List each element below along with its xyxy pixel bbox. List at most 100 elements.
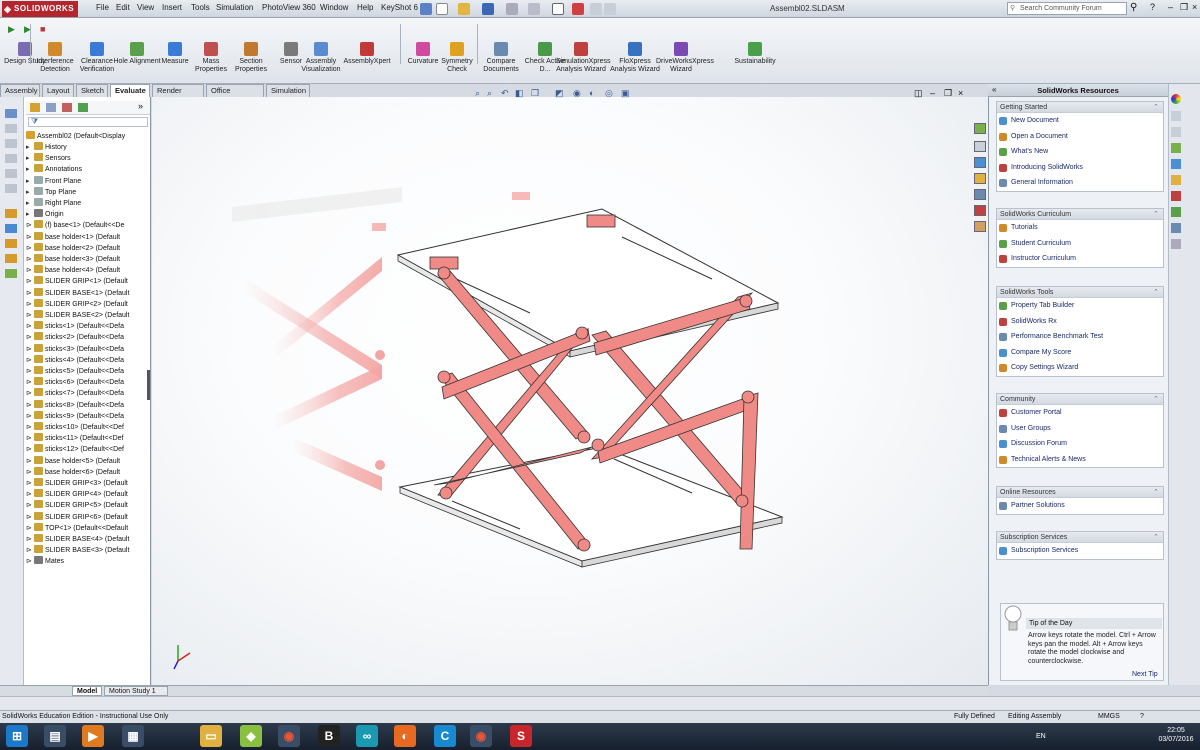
tree-node[interactable]: ⊳ sticks<3> (Default<<Defa bbox=[26, 343, 124, 355]
tree-node[interactable]: ⊳ Mates bbox=[26, 556, 64, 567]
resource-link[interactable]: Technical Alerts & News bbox=[997, 452, 1163, 468]
tool-icon[interactable] bbox=[1171, 159, 1181, 169]
tool-icon[interactable] bbox=[1171, 127, 1181, 137]
tree-node[interactable]: ⊳ sticks<9> (Default<<Defa bbox=[26, 410, 124, 422]
explorer-icon[interactable]: ▤ bbox=[44, 725, 66, 747]
tree-node[interactable]: ⊳ sticks<11> (Default<<Def bbox=[26, 433, 123, 444]
tab-assembly[interactable]: Assembly bbox=[0, 84, 40, 97]
menu-photoview[interactable]: PhotoView 360 bbox=[262, 3, 316, 12]
expand-icon[interactable]: ⊳ bbox=[26, 321, 34, 332]
tree-node[interactable]: ⊳ SLIDER BASE<1> (Default bbox=[26, 287, 129, 299]
status-units[interactable]: MMGS bbox=[1098, 711, 1120, 723]
start-button-icon[interactable]: ⊞ bbox=[6, 725, 28, 747]
resource-link[interactable]: SolidWorks Rx bbox=[997, 314, 1163, 330]
toolbar-icon[interactable] bbox=[5, 184, 17, 193]
toolbar-icon[interactable] bbox=[5, 169, 17, 178]
restore-icon[interactable]: ❐ bbox=[1180, 2, 1188, 13]
tree-node[interactable]: ⊳ SLIDER GRIP<2> (Default bbox=[26, 298, 128, 310]
section-header[interactable]: Online Resources bbox=[997, 487, 1163, 498]
tool-icon[interactable] bbox=[1171, 191, 1181, 201]
toolbar-icon[interactable] bbox=[5, 254, 17, 263]
tree-node[interactable]: ⊳ base holder<2> (Default bbox=[26, 242, 120, 254]
zoom-area-icon[interactable]: ⌕ bbox=[487, 88, 492, 99]
resource-link[interactable]: Open a Document bbox=[997, 129, 1163, 145]
resource-link[interactable]: Tutorials bbox=[997, 220, 1163, 236]
command-symmetry-check[interactable]: Symmetry Check bbox=[432, 42, 482, 74]
tree-node[interactable]: ▸ Annotations bbox=[26, 164, 82, 175]
tree-node[interactable]: ⊳ sticks<5> (Default<<Defa bbox=[26, 366, 124, 377]
toolbar-icon[interactable] bbox=[5, 269, 17, 278]
tree-node[interactable]: ⊳ base holder<3> (Default bbox=[26, 254, 120, 265]
appearances-icon[interactable] bbox=[1171, 94, 1181, 104]
design-library-icon[interactable] bbox=[974, 157, 986, 168]
toolbar-icon[interactable] bbox=[5, 209, 17, 218]
tree-node[interactable]: ⊳ SLIDER BASE<2> (Default bbox=[26, 310, 129, 321]
assembly-model[interactable] bbox=[152, 97, 988, 685]
toolbar-icon[interactable] bbox=[5, 154, 17, 163]
expand-icon[interactable]: ⊳ bbox=[26, 500, 34, 511]
expand-icon[interactable]: ⊳ bbox=[26, 265, 34, 276]
android-icon[interactable]: ◆ bbox=[240, 725, 262, 747]
expand-icon[interactable]: ⊳ bbox=[26, 422, 34, 433]
menu-insert[interactable]: Insert bbox=[162, 3, 182, 12]
hide-show-icon[interactable]: ◉ bbox=[573, 88, 581, 99]
file-properties-icon[interactable] bbox=[590, 3, 602, 15]
search-icon[interactable]: ⚲ bbox=[1130, 2, 1137, 13]
resource-link[interactable]: Copy Settings Wizard bbox=[997, 360, 1163, 376]
tree-node[interactable]: ▸ History bbox=[26, 142, 67, 153]
edit-appearance-icon[interactable]: ◐ bbox=[589, 88, 594, 98]
expand-icon[interactable]: ▸ bbox=[26, 142, 34, 153]
tree-node[interactable]: ▸ Front Plane bbox=[26, 175, 81, 187]
tree-node[interactable]: ▸ Top Plane bbox=[26, 186, 76, 198]
graphics-area[interactable] bbox=[152, 97, 988, 685]
expand-icon[interactable]: ⊳ bbox=[26, 220, 34, 231]
arduino-icon[interactable]: ∞ bbox=[356, 725, 378, 747]
menu-file[interactable]: File bbox=[96, 3, 109, 12]
rebuild-icon[interactable] bbox=[572, 3, 584, 15]
window-close-icon[interactable]: × bbox=[958, 88, 963, 98]
resource-link[interactable]: New Document bbox=[997, 113, 1163, 129]
solidworks-taskbar-icon[interactable]: S bbox=[510, 725, 532, 747]
menu-view[interactable]: View bbox=[137, 3, 154, 12]
expand-icon[interactable]: ⊳ bbox=[26, 243, 34, 254]
apps-icon[interactable]: ▦ bbox=[122, 725, 144, 747]
pin-icon[interactable] bbox=[420, 3, 432, 15]
view-palette2-icon[interactable] bbox=[974, 189, 986, 200]
menu-edit[interactable]: Edit bbox=[116, 3, 130, 12]
resource-link[interactable]: Property Tab Builder bbox=[997, 298, 1163, 314]
help-icon[interactable]: ? bbox=[1150, 2, 1155, 12]
menu-tools[interactable]: Tools bbox=[191, 3, 210, 12]
tree-node[interactable]: ⊳ SLIDER GRIP<1> (Default bbox=[26, 276, 128, 287]
toolbar-icon[interactable] bbox=[5, 109, 17, 118]
open-folder-icon[interactable] bbox=[458, 3, 470, 15]
bittorrent-icon[interactable]: B bbox=[318, 725, 340, 747]
tree-node[interactable]: ▸ Right Plane bbox=[26, 198, 81, 209]
expand-icon[interactable]: ⊳ bbox=[26, 299, 34, 310]
tree-node[interactable]: ⊳ SLIDER BASE<3> (Default bbox=[26, 545, 129, 556]
section-header[interactable]: SolidWorks Curriculum bbox=[997, 209, 1163, 220]
expand-icon[interactable]: ⊳ bbox=[26, 523, 34, 534]
resource-link[interactable]: Student Curriculum bbox=[997, 236, 1163, 252]
tree-scrollbar[interactable] bbox=[147, 370, 150, 400]
custom-properties-icon[interactable] bbox=[974, 221, 986, 232]
expand-icon[interactable]: ⊳ bbox=[26, 366, 34, 377]
firefox-icon[interactable]: ◐ bbox=[394, 725, 416, 747]
resource-link[interactable]: General Information bbox=[997, 175, 1163, 191]
toolbar-icon[interactable] bbox=[5, 139, 17, 148]
tree-node[interactable]: ⊳ SLIDER GRIP<3> (Default bbox=[26, 478, 128, 489]
expand-icon[interactable]: ⊳ bbox=[26, 456, 34, 467]
file-explorer-icon[interactable] bbox=[974, 173, 986, 184]
command-assemblyxpert[interactable]: AssemblyXpert bbox=[342, 42, 392, 66]
display-style-icon[interactable]: ◩ bbox=[555, 88, 564, 99]
tab-office-products[interactable]: Office Products bbox=[206, 84, 264, 107]
tree-node[interactable]: ⊳ sticks<1> (Default<<Defa bbox=[26, 321, 124, 332]
tab-layout[interactable]: Layout bbox=[42, 84, 74, 97]
window-tile-icon[interactable]: ◫ bbox=[914, 88, 923, 99]
section-header[interactable]: SolidWorks Tools bbox=[997, 287, 1163, 298]
folder-icon[interactable]: ▭ bbox=[200, 725, 222, 747]
expand-icon[interactable]: ⊳ bbox=[26, 433, 34, 444]
expand-icon[interactable]: ▸ bbox=[26, 153, 34, 164]
expand-icon[interactable]: ⊳ bbox=[26, 556, 34, 567]
expand-icon[interactable]: ⊳ bbox=[26, 254, 34, 265]
window-minimize-icon[interactable]: – bbox=[930, 88, 935, 98]
